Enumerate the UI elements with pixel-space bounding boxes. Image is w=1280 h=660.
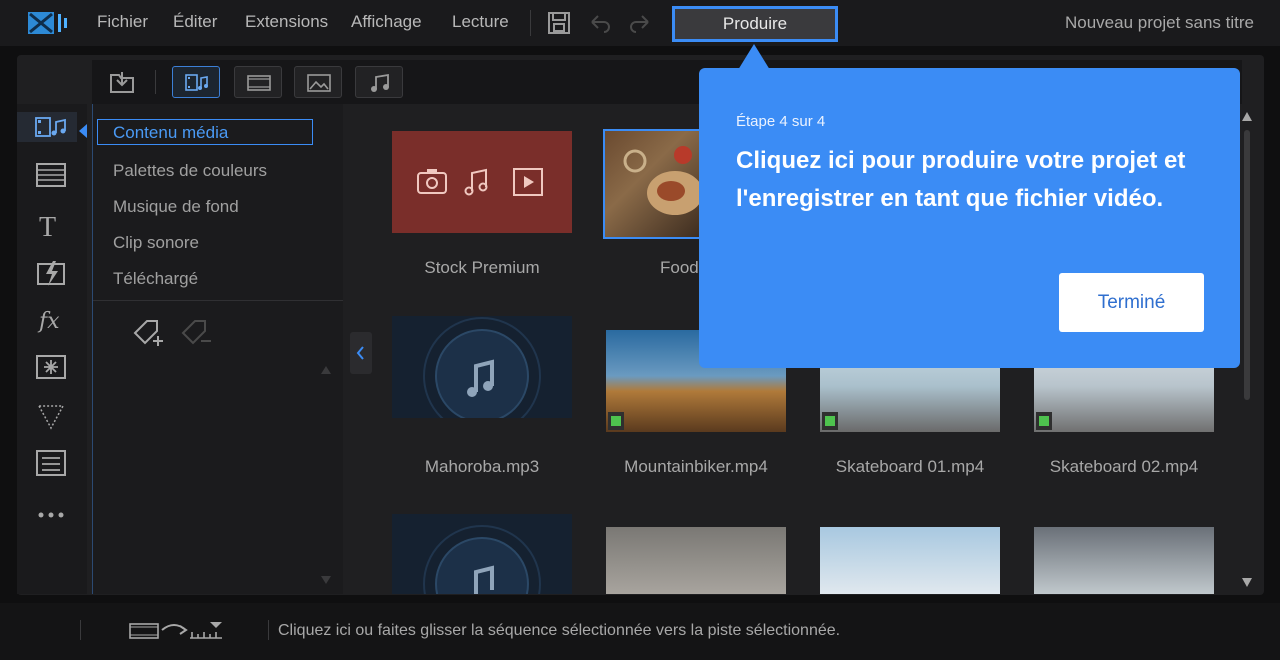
- food-image: [623, 146, 703, 215]
- undo-icon[interactable]: [588, 11, 612, 35]
- collapse-panel-button[interactable]: [350, 332, 372, 374]
- folder-scroll-up[interactable]: [321, 366, 331, 374]
- media-scrollbar[interactable]: [1240, 104, 1254, 594]
- media-caption: Stock Premium: [424, 258, 540, 277]
- library-folder-panel: Contenu média Palettes de couleurs Musiq…: [92, 104, 343, 594]
- media-room-button[interactable]: [17, 112, 77, 142]
- bottom-separator: [80, 620, 81, 640]
- import-media-icon[interactable]: [108, 69, 136, 95]
- title-room-icon[interactable]: T: [33, 210, 69, 240]
- stock-media-icons: [417, 168, 543, 196]
- app-logo-icon: [28, 12, 67, 34]
- audio-thumbnail[interactable]: [392, 316, 572, 418]
- menu-editer[interactable]: Éditer: [173, 12, 217, 32]
- popover-arrow: [738, 44, 770, 70]
- save-icon[interactable]: [547, 11, 571, 35]
- folder-sound-clips[interactable]: Clip sonore: [113, 233, 199, 253]
- filter-all-media-button[interactable]: [172, 66, 220, 98]
- tour-step-label: Étape 4 sur 4: [736, 113, 826, 130]
- food-thumbnail[interactable]: [603, 129, 707, 239]
- filter-video-button[interactable]: [234, 66, 282, 98]
- particle-room-icon[interactable]: [33, 352, 69, 382]
- media-caption: Food: [660, 258, 699, 277]
- filter-audio-button[interactable]: [355, 66, 403, 98]
- music-note-icon: [371, 73, 389, 92]
- svg-text:T: T: [39, 212, 56, 240]
- music-disc-icon: [423, 317, 541, 418]
- folder-background-music[interactable]: Musique de fond: [113, 197, 239, 217]
- add-tag-icon[interactable]: [131, 317, 165, 351]
- media-caption: Skateboard 02.mp4: [1049, 457, 1199, 476]
- effects-room-icon[interactable]: [33, 258, 69, 288]
- image-icon: [307, 74, 331, 92]
- skater-girl-thumbnail[interactable]: [820, 527, 1000, 594]
- fitness-thumbnail[interactable]: [606, 527, 786, 594]
- tour-done-button[interactable]: Terminé: [1059, 273, 1204, 332]
- toolbar-separator: [155, 70, 156, 94]
- tour-message: Cliquez ici pour produire votre projet e…: [736, 147, 1186, 212]
- folder-downloaded[interactable]: Téléchargé: [113, 269, 198, 289]
- folder-scroll-down[interactable]: [321, 576, 331, 584]
- fx-room-icon[interactable]: fx: [33, 304, 69, 334]
- menu-affichage[interactable]: Affichage: [351, 12, 422, 32]
- remove-tag-icon[interactable]: [179, 317, 213, 351]
- train-thumbnail[interactable]: [1034, 527, 1214, 594]
- video-badge-icon: [608, 412, 624, 430]
- stock-premium-tile[interactable]: [392, 131, 572, 233]
- produce-button[interactable]: Produire: [672, 6, 838, 42]
- chevron-left-icon: [356, 346, 364, 360]
- film-icon: [247, 75, 271, 91]
- media-caption: Mahoroba.mp3: [424, 457, 540, 476]
- menu-lecture[interactable]: Lecture: [452, 12, 509, 32]
- transition-room-icon[interactable]: [33, 160, 69, 190]
- menu-separator: [530, 10, 531, 36]
- status-hint: Cliquez ici ou faites glisser la séquenc…: [278, 622, 841, 639]
- mask-room-icon[interactable]: [33, 400, 69, 430]
- folder-media-content[interactable]: Contenu média: [97, 119, 313, 145]
- project-title: Nouveau projet sans titre: [1065, 13, 1254, 32]
- media-room-icon: [35, 117, 66, 137]
- filter-photo-button[interactable]: [294, 66, 342, 98]
- media-caption: Skateboard 01.mp4: [835, 457, 985, 476]
- scroll-up-icon[interactable]: [1242, 112, 1252, 121]
- media-icon: [185, 74, 208, 91]
- tour-popover: Étape 4 sur 4 Cliquez ici pour produire …: [699, 68, 1240, 368]
- subtitle-room-icon[interactable]: [33, 448, 69, 478]
- video-badge-icon: [1036, 412, 1052, 430]
- scroll-down-icon[interactable]: [1242, 578, 1252, 587]
- more-rooms-icon[interactable]: [33, 500, 69, 530]
- folder-divider: [93, 300, 343, 301]
- audio-thumbnail[interactable]: [392, 514, 572, 594]
- active-room-indicator: [79, 124, 87, 138]
- bottom-separator: [268, 620, 269, 640]
- redo-icon[interactable]: [628, 11, 652, 35]
- menu-fichier[interactable]: Fichier: [97, 12, 148, 32]
- insert-to-track-icon[interactable]: [128, 618, 226, 644]
- scroll-thumb[interactable]: [1244, 130, 1250, 400]
- media-caption: Mountainbiker.mp4: [624, 457, 768, 476]
- music-disc-icon: [423, 525, 541, 594]
- folder-color-boards[interactable]: Palettes de couleurs: [113, 161, 267, 181]
- svg-text:fx: fx: [37, 309, 60, 334]
- menu-extensions[interactable]: Extensions: [245, 12, 328, 32]
- video-badge-icon: [822, 412, 838, 430]
